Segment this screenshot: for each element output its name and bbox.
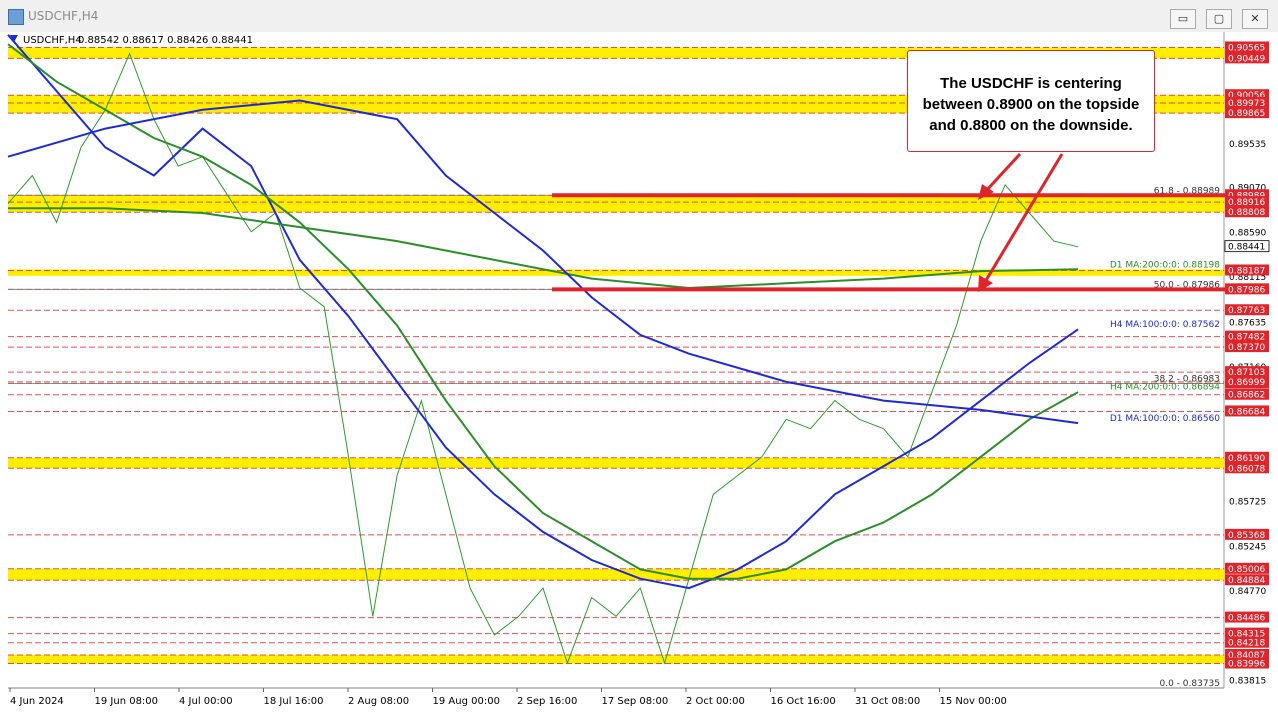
price-tag-label: 0.90449 (1228, 54, 1265, 64)
price-tag-label: 0.84218 (1228, 639, 1265, 649)
moving-average-label: D1 MA:200:0:0: 0.88198 (1110, 260, 1220, 270)
fib-level-label: 0.0 - 0.83735 (1160, 679, 1221, 689)
x-tick-label: 2 Oct 00:00 (686, 696, 745, 707)
moving-average-label: H4 MA:200:0:0: 0.86894 (1110, 383, 1220, 393)
price-tag-label: 0.84884 (1228, 576, 1265, 586)
x-tick-label: 31 Oct 08:00 (855, 696, 920, 707)
support-resistance-zone (8, 195, 1224, 213)
x-tick-label: 19 Aug 00:00 (433, 696, 500, 707)
support-resistance-zone (8, 568, 1224, 581)
x-tick-label: 15 Nov 00:00 (940, 696, 1007, 707)
window-titlebar: USDCHF,H4 ▭ ▢ ✕ (0, 0, 1278, 33)
price-tag-label: 0.83996 (1228, 660, 1265, 670)
x-tick-label: 18 Jul 16:00 (264, 696, 324, 707)
x-tick-label: 19 Jun 08:00 (95, 696, 159, 707)
y-tick-label: 0.84770 (1229, 587, 1266, 597)
x-tick-label: 4 Jun 2024 (10, 696, 64, 707)
price-tag-label: 0.87482 (1228, 333, 1265, 343)
price-tag-label: 0.90565 (1228, 43, 1265, 53)
price-tag-label: 0.84486 (1228, 614, 1265, 624)
x-tick-label: 2 Aug 08:00 (348, 696, 409, 707)
ohlc-readout: 0.88542 0.88617 0.88426 0.88441 (78, 35, 253, 46)
price-tag-label: 0.86999 (1228, 378, 1265, 388)
moving-average-label: D1 MA:100:0:0: 0.86560 (1110, 414, 1220, 424)
callout-line-1: The USDCHF is centering (940, 75, 1122, 92)
price-tag-label: 0.88808 (1228, 208, 1265, 218)
y-tick-label: 0.88590 (1229, 229, 1266, 239)
window-title: USDCHF,H4 (28, 9, 99, 23)
y-tick-label: 0.83815 (1229, 676, 1266, 686)
support-resistance-zone (8, 457, 1224, 469)
close-button[interactable]: ✕ (1242, 9, 1268, 29)
price-tag-label: 0.86190 (1228, 454, 1265, 464)
price-tag-label: 0.86862 (1228, 391, 1265, 401)
price-tag-label: 0.88441 (1228, 243, 1265, 253)
x-tick-label: 17 Sep 08:00 (602, 696, 669, 707)
price-tag-label: 0.87763 (1228, 306, 1265, 316)
support-resistance-zone (8, 654, 1224, 664)
restore-button[interactable]: ▢ (1206, 9, 1232, 29)
y-tick-label: 0.85245 (1229, 542, 1266, 552)
x-tick-label: 2 Sep 16:00 (517, 696, 577, 707)
moving-average-label: H4 MA:100:0:0: 0.87562 (1110, 320, 1220, 330)
y-tick-label: 0.85725 (1229, 497, 1266, 507)
annotation-callout: The USDCHF is centering between 0.8900 o… (907, 50, 1155, 152)
price-tag-label: 0.86684 (1228, 407, 1265, 417)
symbol-label: USDCHF,H4 (23, 35, 82, 46)
y-tick-label: 0.89535 (1229, 140, 1266, 150)
price-tag-label: 0.87370 (1228, 343, 1265, 353)
chart-window-icon (8, 9, 24, 25)
x-tick-label: 4 Jul 00:00 (179, 696, 233, 707)
price-tag-label: 0.89865 (1228, 109, 1265, 119)
price-tag-label: 0.86078 (1228, 464, 1265, 474)
price-tag-label: 0.85006 (1228, 565, 1265, 575)
callout-line-3: and 0.8800 on the downside. (929, 117, 1133, 134)
price-tag-label: 0.87986 (1228, 285, 1265, 295)
x-tick-label: 16 Oct 16:00 (771, 696, 836, 707)
price-tag-label: 0.85368 (1228, 531, 1265, 541)
minimize-button[interactable]: ▭ (1170, 9, 1196, 29)
price-tag-label: 0.88187 (1228, 266, 1265, 276)
callout-line-2: between 0.8900 on the topside (922, 96, 1140, 113)
y-tick-label: 0.87635 (1229, 318, 1266, 328)
